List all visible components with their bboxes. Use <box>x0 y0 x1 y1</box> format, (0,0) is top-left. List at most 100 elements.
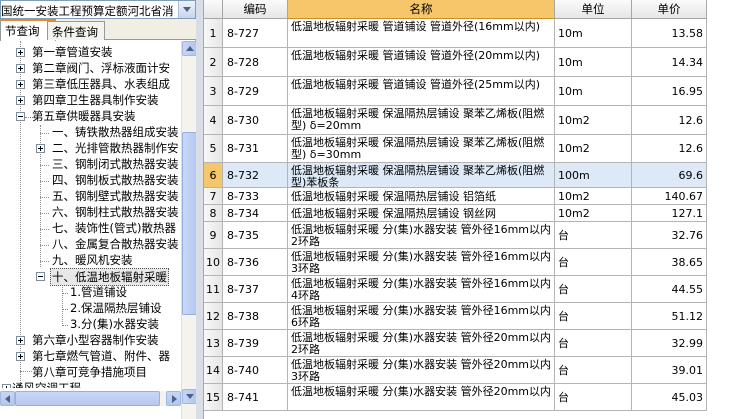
table-row[interactable]: 6 8-732 低温地板辐射采暖 保温隔热层铺设 聚苯乙烯板(阻燃型)苯板条 100m… <box>204 163 731 188</box>
cell-unit[interactable]: 10m2 <box>555 135 632 163</box>
cell-code[interactable]: 8-730 <box>223 106 288 135</box>
scroll-left-arrow-icon[interactable] <box>0 391 15 406</box>
cell-unit[interactable]: 10m <box>555 77 632 106</box>
cell-code[interactable]: 8-732 <box>223 163 288 188</box>
column-header-code[interactable]: 编码 <box>223 0 288 19</box>
scroll-thumb[interactable] <box>182 132 197 315</box>
cell-code[interactable]: 8-739 <box>223 330 288 357</box>
cell-code[interactable]: 8-734 <box>223 205 288 222</box>
cell-unit[interactable]: 10m <box>555 19 632 48</box>
table-row[interactable]: 15 8-741 低温地板辐射采暖 分(集)水器安装 管外径20mm以内台 45.03 <box>204 384 731 411</box>
cell-price[interactable]: 45.03 <box>632 384 707 411</box>
row-number[interactable]: 11 <box>204 276 223 303</box>
table-row[interactable]: 8 8-734 低温地板辐射采暖 保温隔热层铺设 钢丝网 10m2 127.1 <box>204 205 731 222</box>
table-row[interactable]: 4 8-730 低温地板辐射采暖 保温隔热层铺设 聚苯乙烯板(阻燃型) δ=20mm… <box>204 106 731 135</box>
row-number[interactable]: 4 <box>204 106 223 135</box>
row-number[interactable]: 5 <box>204 135 223 163</box>
cell-price[interactable]: 140.67 <box>632 188 707 205</box>
cell-unit[interactable]: 台 <box>555 330 632 357</box>
table-row[interactable]: 13 8-739 低温地板辐射采暖 分(集)水器安装 管外径20mm以内 2环路台 3… <box>204 330 731 357</box>
row-number[interactable]: 7 <box>204 188 223 205</box>
cell-name[interactable]: 低温地板辐射采暖 分(集)水器安装 管外径20mm以内 3环路 <box>288 357 555 384</box>
tree-horizontal-scrollbar[interactable] <box>0 391 181 406</box>
chevron-down-icon[interactable] <box>178 1 195 18</box>
cell-name[interactable]: 低温地板辐射采暖 管道铺设 管道外径(25mm以内) <box>288 77 555 106</box>
collapse-icon[interactable] <box>16 112 25 121</box>
cell-name[interactable]: 低温地板辐射采暖 分(集)水器安装 管外径16mm以内 3环路 <box>288 249 555 276</box>
row-number[interactable]: 2 <box>204 48 223 77</box>
cell-name[interactable]: 低温地板辐射采暖 分(集)水器安装 管外径16mm以内 6环路 <box>288 303 555 330</box>
row-number[interactable]: 6 <box>204 163 223 188</box>
table-row[interactable]: 12 8-738 低温地板辐射采暖 分(集)水器安装 管外径16mm以内 6环路台 5… <box>204 303 731 330</box>
cell-code[interactable]: 8-729 <box>223 77 288 106</box>
table-row[interactable]: 7 8-733 低温地板辐射采暖 保温隔热层铺设 铝箔纸 10m2 140.67 <box>204 188 731 205</box>
cell-price[interactable]: 69.6 <box>632 163 707 188</box>
row-number[interactable]: 13 <box>204 330 223 357</box>
cell-name[interactable]: 低温地板辐射采暖 分(集)水器安装 管外径20mm以内 <box>288 384 555 411</box>
cell-price[interactable]: 44.55 <box>632 276 707 303</box>
quota-library-combobox[interactable]: 国统一安装工程预算定额河北省消 <box>0 0 196 19</box>
cell-name[interactable]: 低温地板辐射采暖 保温隔热层铺设 聚苯乙烯板(阻燃型) δ=30mm <box>288 135 555 163</box>
table-row[interactable]: 5 8-731 低温地板辐射采暖 保温隔热层铺设 聚苯乙烯板(阻燃型) δ=30mm… <box>204 135 731 163</box>
cell-unit[interactable]: 10m2 <box>555 188 632 205</box>
cell-price[interactable]: 39.01 <box>632 357 707 384</box>
row-number[interactable]: 10 <box>204 249 223 276</box>
cell-name[interactable]: 低温地板辐射采暖 分(集)水器安装 管外径16mm以内 2环路 <box>288 222 555 249</box>
cell-code[interactable]: 8-737 <box>223 276 288 303</box>
column-header-name[interactable]: 名称 <box>288 0 555 19</box>
row-number[interactable]: 8 <box>204 205 223 222</box>
cell-name[interactable]: 低温地板辐射采暖 分(集)水器安装 管外径16mm以内 4环路 <box>288 276 555 303</box>
cell-code[interactable]: 8-741 <box>223 384 288 411</box>
cell-unit[interactable]: 台 <box>555 249 632 276</box>
cell-name[interactable]: 低温地板辐射采暖 保温隔热层铺设 铝箔纸 <box>288 188 555 205</box>
cell-price[interactable]: 51.12 <box>632 303 707 330</box>
cell-unit[interactable]: 10m <box>555 48 632 77</box>
cell-price[interactable]: 127.1 <box>632 205 707 222</box>
cell-code[interactable]: 8-736 <box>223 249 288 276</box>
cell-code[interactable]: 8-738 <box>223 303 288 330</box>
cell-name[interactable]: 低温地板辐射采暖 分(集)水器安装 管外径20mm以内 2环路 <box>288 330 555 357</box>
scroll-up-arrow-icon[interactable] <box>182 41 197 56</box>
cell-unit[interactable]: 台 <box>555 222 632 249</box>
cell-name[interactable]: 低温地板辐射采暖 保温隔热层铺设 聚苯乙烯板(阻燃型)苯板条 <box>288 163 555 188</box>
table-row[interactable]: 11 8-737 低温地板辐射采暖 分(集)水器安装 管外径16mm以内 4环路台 4… <box>204 276 731 303</box>
horizontal-scroll-thumb[interactable] <box>15 391 160 406</box>
cell-unit[interactable]: 台 <box>555 303 632 330</box>
cell-price[interactable]: 32.76 <box>632 222 707 249</box>
cell-code[interactable]: 8-733 <box>223 188 288 205</box>
expand-icon[interactable] <box>16 352 25 361</box>
cell-price[interactable]: 13.58 <box>632 19 707 48</box>
cell-code[interactable]: 8-735 <box>223 222 288 249</box>
cell-name[interactable]: 低温地板辐射采暖 管道铺设 管道外径(16mm以内) <box>288 19 555 48</box>
cell-price[interactable]: 14.34 <box>632 48 707 77</box>
cell-name[interactable]: 低温地板辐射采暖 保温隔热层铺设 聚苯乙烯板(阻燃型) δ=20mm <box>288 106 555 135</box>
table-row[interactable]: 10 8-736 低温地板辐射采暖 分(集)水器安装 管外径16mm以内 3环路台 3… <box>204 249 731 276</box>
column-header-price[interactable]: 单价 <box>632 0 707 19</box>
cell-unit[interactable]: 台 <box>555 357 632 384</box>
tab-condition-query[interactable]: 条件查询 <box>47 21 105 40</box>
cell-unit[interactable]: 100m <box>555 163 632 188</box>
expand-icon[interactable] <box>16 64 25 73</box>
cell-code[interactable]: 8-731 <box>223 135 288 163</box>
row-number[interactable]: 1 <box>204 19 223 48</box>
collapse-icon[interactable] <box>36 272 45 281</box>
expand-icon[interactable] <box>36 144 45 153</box>
expand-icon[interactable] <box>16 336 25 345</box>
expand-icon[interactable] <box>16 80 25 89</box>
tree-vertical-scrollbar[interactable] <box>181 41 197 419</box>
cell-unit[interactable]: 10m2 <box>555 106 632 135</box>
cell-unit[interactable]: 台 <box>555 276 632 303</box>
cell-name[interactable]: 低温地板辐射采暖 保温隔热层铺设 钢丝网 <box>288 205 555 222</box>
table-row[interactable]: 3 8-729 低温地板辐射采暖 管道铺设 管道外径(25mm以内) 10m 16.95 <box>204 77 731 106</box>
expand-icon[interactable] <box>16 96 25 105</box>
cell-price[interactable]: 16.95 <box>632 77 707 106</box>
cell-price[interactable]: 38.65 <box>632 249 707 276</box>
scroll-down-arrow-icon[interactable] <box>182 389 197 404</box>
cell-price[interactable]: 12.6 <box>632 106 707 135</box>
cell-unit[interactable]: 10m2 <box>555 205 632 222</box>
panel-splitter[interactable] <box>196 0 204 419</box>
expand-icon[interactable] <box>16 48 25 57</box>
table-row[interactable]: 2 8-728 低温地板辐射采暖 管道铺设 管道外径(20mm以内) 10m 14.34 <box>204 48 731 77</box>
row-number[interactable]: 12 <box>204 303 223 330</box>
cell-code[interactable]: 8-727 <box>223 19 288 48</box>
